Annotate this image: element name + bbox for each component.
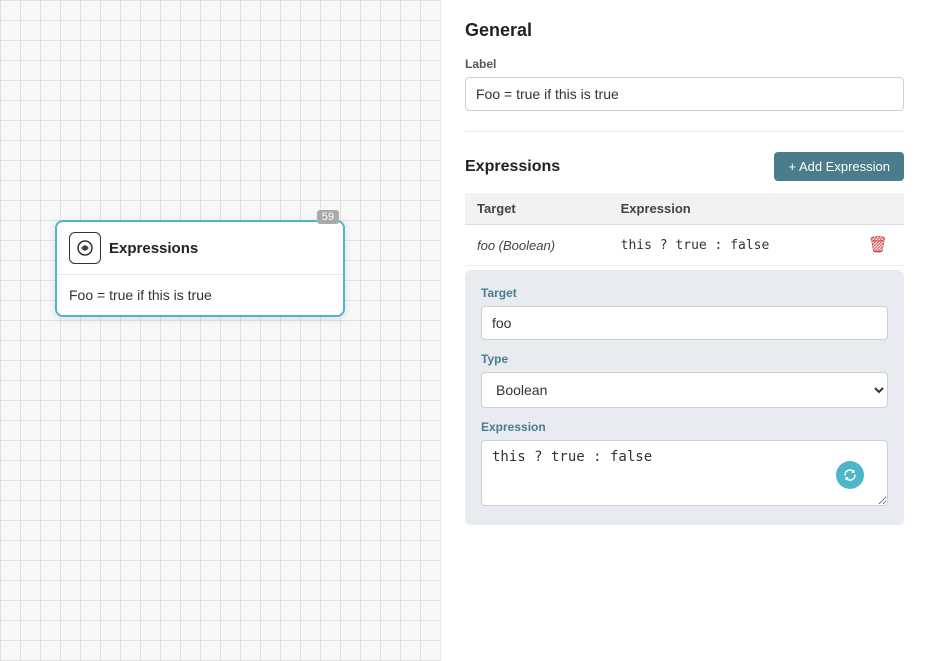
node-body: Foo = true if this is true xyxy=(57,275,343,315)
delete-cell: 🗑 xyxy=(852,225,904,266)
label-input[interactable] xyxy=(465,77,904,111)
refresh-button[interactable] xyxy=(836,461,864,489)
target-cell: foo (Boolean) xyxy=(465,225,609,266)
right-panel: General Label Expressions + Add Expressi… xyxy=(440,0,928,661)
section-title: General xyxy=(465,20,904,41)
expression-cell: this ? true : false xyxy=(609,225,852,266)
col-target-header: Target xyxy=(465,193,609,225)
expressions-section-title: Expressions xyxy=(465,158,560,176)
canvas: 59 Expressions Foo = true if this is tru… xyxy=(0,0,440,661)
node-header: Expressions xyxy=(57,222,343,275)
node-card[interactable]: 59 Expressions Foo = true if this is tru… xyxy=(55,220,345,317)
add-expression-button[interactable]: + Add Expression xyxy=(774,152,904,181)
delete-row-button[interactable]: 🗑 xyxy=(864,233,892,257)
expression-detail-panel: Target Type BooleanStringNumberObject Ex… xyxy=(465,270,904,525)
expressions-table: Target Expression foo (Boolean) this ? t… xyxy=(465,193,904,266)
divider xyxy=(465,131,904,132)
node-title: Expressions xyxy=(109,240,198,257)
add-expression-label: + Add Expression xyxy=(788,159,890,174)
expression-textarea-wrapper xyxy=(481,440,888,509)
detail-expression-textarea[interactable] xyxy=(481,440,888,506)
table-row[interactable]: foo (Boolean) this ? true : false 🗑 xyxy=(465,225,904,266)
detail-target-label: Target xyxy=(481,286,888,300)
detail-type-select[interactable]: BooleanStringNumberObject xyxy=(481,372,888,408)
node-badge: 59 xyxy=(317,210,339,224)
col-expression-header: Expression xyxy=(609,193,852,225)
label-field-label: Label xyxy=(465,57,904,71)
detail-expression-label: Expression xyxy=(481,420,888,434)
node-body-text: Foo = true if this is true xyxy=(69,287,212,303)
node-icon xyxy=(69,232,101,264)
detail-type-label: Type xyxy=(481,352,888,366)
detail-target-input[interactable] xyxy=(481,306,888,340)
expressions-header: Expressions + Add Expression xyxy=(465,152,904,181)
